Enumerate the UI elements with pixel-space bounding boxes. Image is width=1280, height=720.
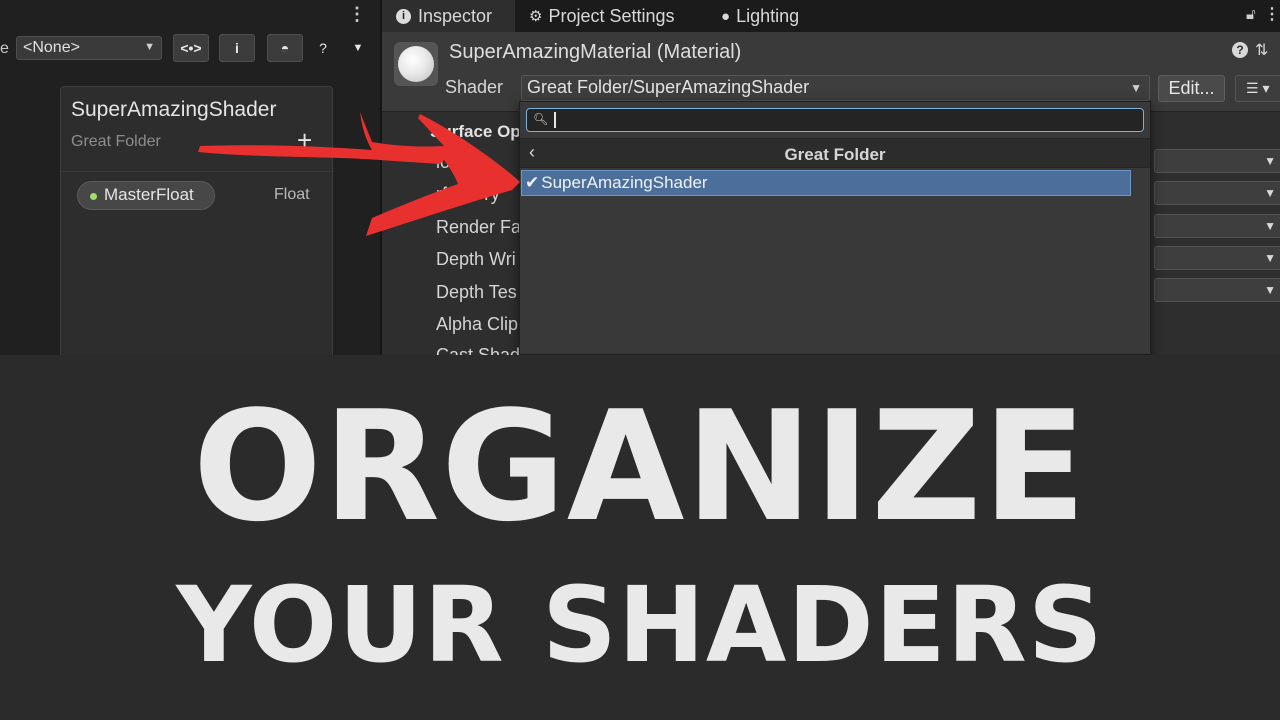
info-button[interactable]: i <box>219 34 255 62</box>
code-icon: <•> <box>180 40 202 56</box>
toolbar-menu-button[interactable]: ▼ <box>346 34 370 62</box>
presets-icon[interactable]: ⇅ <box>1255 40 1268 60</box>
property-row: Alpha Clip <box>436 314 519 334</box>
gear-icon: ⚙ <box>529 8 543 25</box>
chevron-down-icon: ▼ <box>1264 186 1276 200</box>
shader-label: Shader <box>445 77 504 97</box>
blackboard-title: SuperAmazingShader <box>71 98 277 121</box>
property-pill[interactable]: MasterFloat <box>77 181 215 210</box>
editor-screenshot: ⋮ e <None> ▼ <•> i ◓ ? ▼ SuperAmazingSha… <box>0 0 1280 355</box>
help-icon: ? <box>319 40 327 56</box>
property-row: Render Fa <box>436 217 522 237</box>
tab-label: Project Settings <box>548 5 675 26</box>
chevron-down-icon: ▼ <box>352 42 364 54</box>
lock-icon[interactable]: 🔓︎ <box>1246 6 1256 23</box>
toolbar-label-fragment: e <box>0 40 9 57</box>
checkmark-icon: ✔ <box>525 173 540 192</box>
sphere-icon <box>398 46 434 82</box>
precision-value: <None> <box>23 39 80 56</box>
property-row: Depth Tes <box>436 282 517 302</box>
help-button[interactable]: ? <box>311 34 335 62</box>
bulb-icon: ● <box>721 7 731 25</box>
property-row: rface Ty <box>436 184 500 204</box>
shader-value: Great Folder/SuperAmazingShader <box>527 77 810 97</box>
property-dropdown[interactable]: ▼ <box>1154 181 1280 205</box>
popup-folder-title: Great Folder <box>784 145 886 164</box>
text-cursor <box>554 112 556 128</box>
property-row: Cast Shad <box>436 345 521 355</box>
kebab-menu-icon[interactable]: ⋮ <box>348 4 366 25</box>
tab-label: Inspector <box>418 5 493 26</box>
shader-list-item[interactable]: ✔ SuperAmazingShader <box>521 170 1131 196</box>
headline-line-2: YOUR SHADERS <box>176 564 1104 686</box>
tab-label: Lighting <box>736 5 800 26</box>
property-name: MasterFloat <box>104 185 194 204</box>
info-icon: i <box>396 8 411 24</box>
chevron-down-icon: ▼ <box>1264 283 1276 297</box>
shader-picker-popup: 🔍︎ ‹ Great Folder ✔ SuperAmazingShader <box>519 101 1151 355</box>
list-icon: ☰ ▾ <box>1246 80 1270 96</box>
chevron-down-icon: ▼ <box>1264 251 1276 265</box>
material-name: SuperAmazingMaterial (Material) <box>449 41 742 63</box>
edit-shader-button[interactable]: Edit... <box>1158 75 1225 102</box>
blackboard-divider <box>61 171 334 172</box>
property-dropdown[interactable]: ▼ <box>1154 214 1280 238</box>
blackboard: SuperAmazingShader Great Folder + Master… <box>60 86 334 355</box>
chevron-down-icon: ▼ <box>1130 81 1142 95</box>
property-dropdown[interactable]: ▼ <box>1154 149 1280 173</box>
help-icon[interactable]: ? <box>1232 42 1248 58</box>
shader-dropdown[interactable]: Great Folder/SuperAmazingShader ▼ <box>521 75 1150 101</box>
headline-line-1: ORGANIZE <box>192 378 1088 555</box>
surface-options-header[interactable]: Surface Op <box>430 122 521 142</box>
tab-project-settings[interactable]: ⚙ Project Settings <box>515 0 707 32</box>
chevron-down-icon: ▼ <box>1264 154 1276 168</box>
chevron-down-icon: ▼ <box>144 41 155 53</box>
sphere-icon: ◓ <box>280 40 290 56</box>
float-dot-icon <box>90 193 97 200</box>
material-preview <box>394 42 438 86</box>
info-icon: i <box>235 40 239 56</box>
preview-button[interactable]: ◓ <box>267 34 303 62</box>
property-dropdown[interactable]: ▼ <box>1154 278 1280 302</box>
property-row: Depth Wri <box>436 249 516 269</box>
tab-bar: i Inspector ⚙ Project Settings ● Lightin… <box>382 0 1280 32</box>
chevron-down-icon: ▼ <box>1264 219 1276 233</box>
property-type: Float <box>274 186 310 203</box>
blackboard-path[interactable]: Great Folder <box>71 133 161 151</box>
precision-dropdown[interactable]: <None> ▼ <box>16 36 162 60</box>
search-input[interactable]: 🔍︎ <box>526 108 1144 132</box>
search-icon: 🔍︎ <box>533 112 549 126</box>
property-row: low <box>436 152 464 172</box>
tab-lighting[interactable]: ● Lighting <box>707 0 827 32</box>
title-banner: ORGANIZE YOUR SHADERS <box>0 355 1280 720</box>
popup-folder-header: ‹ Great Folder <box>520 138 1150 168</box>
code-view-button[interactable]: <•> <box>173 34 209 62</box>
shader-graph-panel: ⋮ e <None> ▼ <•> i ◓ ? ▼ SuperAmazingSha… <box>0 0 380 355</box>
shader-list-button[interactable]: ☰ ▾ <box>1235 75 1280 102</box>
shader-item-label: SuperAmazingShader <box>541 173 708 192</box>
tab-inspector[interactable]: i Inspector <box>382 0 515 32</box>
kebab-menu-icon[interactable]: ⋮ <box>1264 4 1280 24</box>
add-property-icon[interactable]: + <box>297 125 312 156</box>
material-header: SuperAmazingMaterial (Material) ? ⇅ Shad… <box>382 32 1280 112</box>
property-dropdown[interactable]: ▼ <box>1154 246 1280 270</box>
